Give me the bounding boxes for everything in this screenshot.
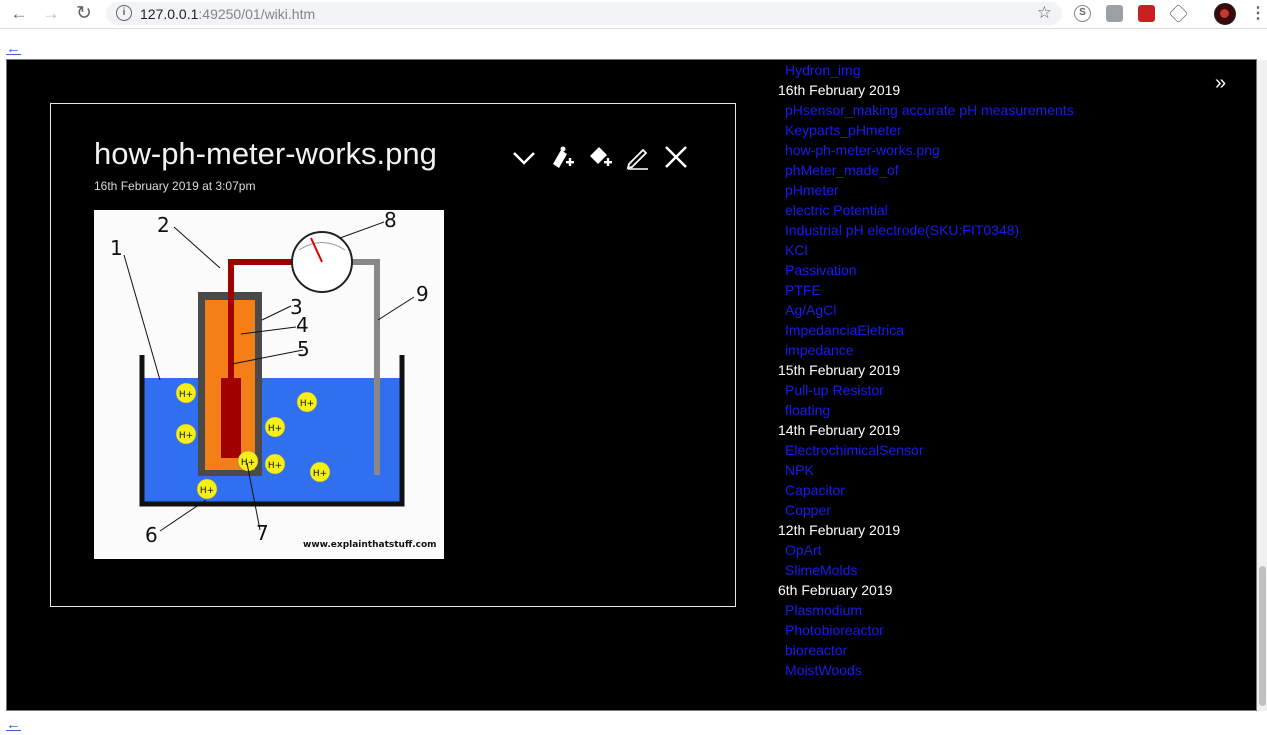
forward-arrow-icon[interactable]: → <box>41 4 61 24</box>
diagram-label-5: 5 <box>297 337 310 361</box>
edit-pencil-icon[interactable] <box>625 144 651 170</box>
tiddler-card: how-ph-meter-works.png 16th February 201… <box>50 103 736 607</box>
date-heading: 14th February 2019 <box>778 422 901 438</box>
tiddler-title: how-ph-meter-works.png <box>94 136 437 171</box>
url-text[interactable]: 127.0.0.1:49250/01/wiki.htm <box>140 6 315 22</box>
ion-label: H+ <box>268 461 282 471</box>
new-journal-icon[interactable] <box>587 144 613 170</box>
tiddler-link[interactable]: Plasmodium <box>778 600 1248 620</box>
diagram-label-9: 9 <box>416 282 429 306</box>
browser-toolbar: ← → ↻ i 127.0.0.1:49250/01/wiki.htm ☆ S … <box>0 0 1267 29</box>
back-arrow-icon[interactable]: ← <box>9 4 29 24</box>
date-heading: 12th February 2019 <box>778 522 901 538</box>
tiddler-link[interactable]: floating <box>778 400 1248 420</box>
diagram-label-8: 8 <box>384 210 397 232</box>
diagram-label-1: 1 <box>110 236 123 260</box>
cube-extension-icon[interactable] <box>1168 3 1189 24</box>
new-here-icon[interactable] <box>549 144 575 170</box>
site-info-icon[interactable]: i <box>116 5 132 21</box>
recent-tiddlers-list: Hydron_img 16th February 2019 pHsensor_mak… <box>778 60 1248 680</box>
tiddler-link[interactable]: electric Potential <box>778 200 1248 220</box>
reload-icon[interactable]: ↻ <box>74 4 94 24</box>
ion-label: H+ <box>268 424 282 434</box>
image-credit: www.explainthatstuff.com <box>303 540 437 550</box>
diagram-label-4: 4 <box>296 313 309 337</box>
scrollbar-thumb[interactable] <box>1259 566 1266 706</box>
pdf-extension-icon[interactable] <box>1138 5 1155 22</box>
page-back-link[interactable]: ← <box>6 41 21 56</box>
address-bar[interactable]: i 127.0.0.1:49250/01/wiki.htm ☆ <box>106 2 1062 25</box>
tiddler-link[interactable]: Ag/AgCl <box>778 300 1248 320</box>
wiki-frame: how-ph-meter-works.png 16th February 201… <box>6 59 1257 711</box>
date-heading: 16th February 2019 <box>778 82 901 98</box>
tiddler-link[interactable]: Capacitor <box>778 480 1248 500</box>
url-host: 127.0.0.1 <box>140 6 199 22</box>
diagram-label-7: 7 <box>256 521 269 545</box>
tiddler-link[interactable]: Pull-up Resistor <box>778 380 1248 400</box>
tiddler-link[interactable]: pHsensor_making accurate pH measurements <box>778 100 1248 120</box>
tiddler-subtitle: 16th February 2019 at 3:07pm <box>94 179 256 193</box>
tiddler-link[interactable]: KCl <box>778 240 1248 260</box>
tiddler-link[interactable]: SlimeMolds <box>778 560 1248 580</box>
url-path: :49250/01/wiki.htm <box>198 6 316 22</box>
tiddler-link[interactable]: ImpedanciaEletrica <box>778 320 1248 340</box>
tiddler-link[interactable]: pHmeter <box>778 180 1248 200</box>
ph-meter-diagram-image: H+ H+ H+ H+ H+ H+ H+ H+ 1 2 3 4 5 6 7 8 … <box>94 210 444 559</box>
tiddler-link[interactable]: Copper <box>778 500 1248 520</box>
tiddler-link[interactable]: Passivation <box>778 260 1248 280</box>
bookmark-star-icon[interactable]: ☆ <box>1037 3 1052 23</box>
close-icon[interactable] <box>663 144 689 170</box>
date-heading: 6th February 2019 <box>778 582 893 598</box>
tiddler-link[interactable]: PTFE <box>778 280 1248 300</box>
tiddler-link[interactable]: phMeter_made_of <box>778 160 1248 180</box>
more-chevron-icon[interactable] <box>511 144 537 170</box>
diagram-label-6: 6 <box>145 523 158 547</box>
date-heading: 15th February 2019 <box>778 362 901 378</box>
ion-label: H+ <box>179 390 193 400</box>
ion-label: H+ <box>313 469 327 479</box>
ion-label: H+ <box>300 399 314 409</box>
tiddler-link[interactable]: how-ph-meter-works.png <box>778 140 1248 160</box>
browser-menu-icon[interactable]: ⋮ <box>1250 3 1266 23</box>
ion-label: H+ <box>179 431 193 441</box>
extension-icon[interactable] <box>1106 5 1123 22</box>
tiddler-link[interactable]: Industrial pH electrode(SKU:FIT0348) <box>778 220 1248 240</box>
page-back-link-bottom[interactable]: ← <box>6 717 21 732</box>
tiddler-link[interactable]: Hydron_img <box>778 60 1248 80</box>
tiddler-link[interactable]: Keyparts_pHmeter <box>778 120 1248 140</box>
ion-label: H+ <box>200 486 214 496</box>
tiddler-link[interactable]: ElectrochimicalSensor <box>778 440 1248 460</box>
tiddler-link[interactable]: MoistWoods <box>778 660 1248 680</box>
tiddler-link[interactable]: bioreactor <box>778 640 1248 660</box>
tiddler-link[interactable]: OpArt <box>778 540 1248 560</box>
tiddler-link[interactable]: Photobioreactor <box>778 620 1248 640</box>
skype-extension-icon[interactable]: S <box>1074 5 1091 22</box>
tiddler-link[interactable]: NPK <box>778 460 1248 480</box>
diagram-label-2: 2 <box>157 213 170 237</box>
tiddler-link[interactable]: impedance <box>778 340 1248 360</box>
profile-avatar[interactable] <box>1214 3 1236 25</box>
